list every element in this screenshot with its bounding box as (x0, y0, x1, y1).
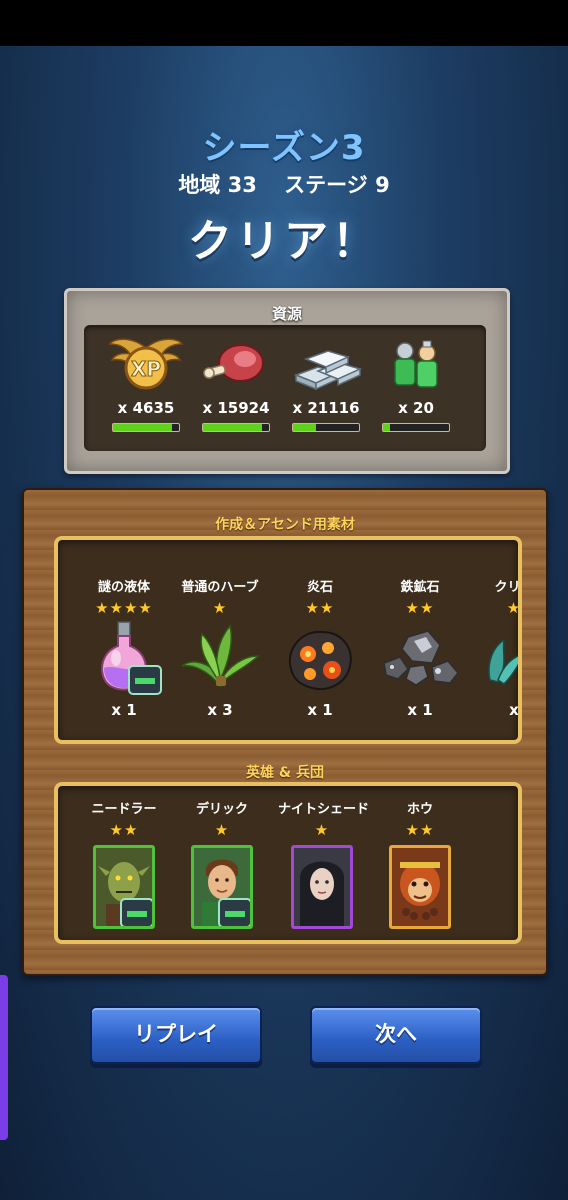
star-rating: ★★ (305, 599, 335, 617)
fire-rock-icon (276, 617, 364, 699)
crystal-icon (470, 617, 518, 699)
herb-leaves-icon (176, 617, 264, 699)
clear-banner: クリア！ (188, 216, 380, 267)
heroes-tray[interactable]: ニードラー ★★ デリック ★ ナイトシェード ★ ホウ ★★ (54, 782, 522, 944)
hero-slot[interactable]: ホウ ★★ (376, 798, 464, 929)
stage-label: ステージ 9 (284, 173, 390, 197)
resource-bar-fill (203, 424, 263, 431)
material-count: x 3 (207, 701, 233, 719)
hero-slot[interactable]: ニードラー ★★ (80, 798, 168, 929)
edge-handle[interactable] (0, 975, 8, 1140)
heroes-title: 英雄 & 兵団 (246, 765, 324, 781)
star-rating: ★★ (405, 821, 435, 839)
svg-text:XP: XP (131, 357, 161, 381)
xp-wings-icon: XP (108, 333, 184, 397)
material-slot[interactable]: 謎の液体 ★★★★ x 1 (80, 576, 168, 719)
iron-ore-icon (376, 617, 464, 699)
material-slot[interactable]: クリプ ★ x (470, 576, 522, 719)
resource-bar (112, 423, 180, 432)
material-slot[interactable]: 普通のハーブ ★ x 3 (176, 576, 264, 719)
resource-troops[interactable]: x 20 (378, 333, 454, 432)
material-name: 鉄鉱石 (400, 580, 440, 595)
archer-portrait-icon (191, 845, 253, 929)
assassin-portrait-icon (291, 845, 353, 929)
resource-bar (382, 423, 450, 432)
resources-panel: 資源 XP x 4635 x 15924 x 21116 x 20 (64, 288, 510, 474)
material-name: クリプ (494, 580, 521, 595)
hero-name: デリック (195, 802, 248, 817)
hero-name: ホウ (406, 802, 433, 817)
meat-icon (198, 333, 274, 397)
replay-button[interactable]: リプレイ (90, 1006, 262, 1064)
hero-slot[interactable]: ナイトシェード ★ (278, 798, 370, 929)
material-slot[interactable]: 炎石 ★★ x 1 (276, 576, 364, 719)
rewards-panel: 作成＆アセンド用素材 謎の液体 ★★★★ x 1 普通のハーブ ★ x 3 炎石… (22, 488, 548, 976)
chest-badge-icon (218, 898, 250, 926)
chest-badge-icon (120, 898, 152, 926)
resource-bar-fill (293, 424, 317, 431)
resources-tray: XP x 4635 x 15924 x 21116 x 20 (84, 325, 486, 451)
resource-count: x 15924 (202, 399, 270, 417)
star-rating: ★ (314, 821, 330, 839)
hero-name: ナイトシェード (278, 802, 370, 817)
material-count: x 1 (407, 701, 433, 719)
resource-count: x 20 (398, 399, 434, 417)
potion-flask-icon (80, 617, 168, 699)
resource-xp[interactable]: XP x 4635 (108, 333, 184, 432)
resource-bar (292, 423, 360, 432)
material-count: x 1 (111, 701, 137, 719)
material-count: x (509, 701, 519, 719)
material-name: 普通のハーブ (181, 580, 259, 595)
next-button[interactable]: 次へ (310, 1006, 482, 1064)
stage-info: 地域 33 ステージ 9 (0, 169, 568, 199)
region-label: 地域 33 (178, 173, 257, 197)
goblin-portrait-icon (93, 845, 155, 929)
season-title: シーズン3 (202, 128, 366, 168)
status-bar (0, 0, 568, 46)
star-rating: ★★ (109, 821, 139, 839)
hero-name: ニードラー (91, 802, 157, 817)
resource-bar-fill (113, 424, 173, 431)
result-header: シーズン3 地域 33 ステージ 9 クリア！ (0, 120, 568, 269)
star-rating: ★ (212, 599, 228, 617)
hero-slot[interactable]: デリック ★ (178, 798, 266, 929)
resources-title: 資源 (271, 305, 302, 323)
troops-icon (378, 333, 454, 397)
star-rating: ★★ (405, 599, 435, 617)
resource-count: x 4635 (117, 399, 175, 417)
resource-iron[interactable]: x 21116 (288, 333, 364, 432)
materials-tray[interactable]: 謎の液体 ★★★★ x 1 普通のハーブ ★ x 3 炎石 ★★ x 1 鉄鉱石… (54, 536, 522, 744)
star-rating: ★★★★ (95, 599, 153, 617)
monkey-king-portrait-icon (389, 845, 451, 929)
star-rating: ★ (214, 821, 230, 839)
iron-ingot-icon (288, 333, 364, 397)
chest-badge-icon (128, 665, 162, 695)
material-name: 謎の液体 (97, 580, 150, 595)
material-name: 炎石 (306, 580, 333, 595)
resource-bar (202, 423, 270, 432)
materials-title: 作成＆アセンド用素材 (215, 517, 355, 533)
resource-bar-fill (383, 424, 390, 431)
star-rating: ★ (506, 599, 522, 617)
resource-count: x 21116 (292, 399, 360, 417)
resource-meat[interactable]: x 15924 (198, 333, 274, 432)
material-count: x 1 (307, 701, 333, 719)
material-slot[interactable]: 鉄鉱石 ★★ x 1 (376, 576, 464, 719)
